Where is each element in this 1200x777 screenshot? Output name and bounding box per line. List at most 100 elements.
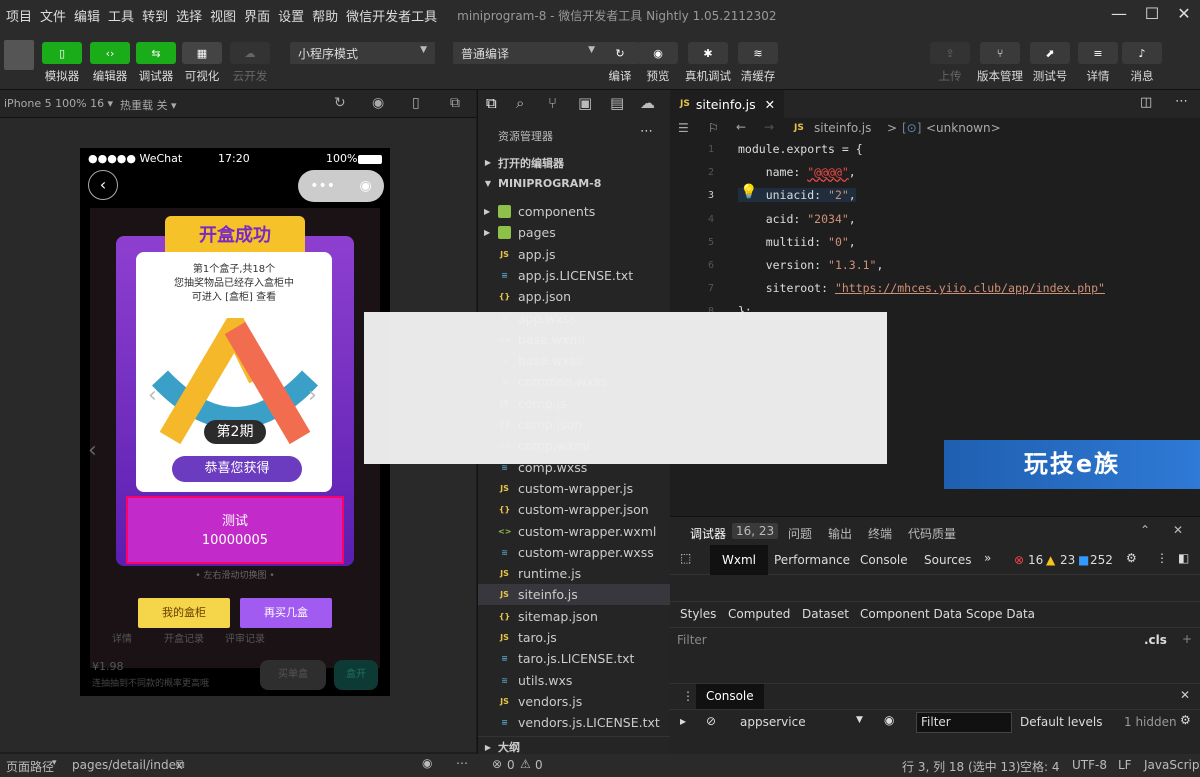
reload-icon[interactable]: ↻ <box>334 95 346 111</box>
tab-output[interactable]: 输出 <box>828 525 852 542</box>
log-levels-select[interactable]: Default levels <box>1020 715 1102 729</box>
context-select[interactable]: appservice <box>740 715 806 729</box>
eye-icon[interactable]: ◉ <box>422 756 432 770</box>
menu-item[interactable]: 编辑 <box>70 6 104 25</box>
list-icon[interactable]: ☰ <box>678 121 689 135</box>
more-icon[interactable]: ••• <box>310 178 335 194</box>
file-item[interactable]: ≡ app.js.LICENSE.txt <box>478 265 671 286</box>
split-editor-icon[interactable]: ◫ <box>1140 95 1152 110</box>
more-vertical-icon[interactable]: ⋮ <box>1156 551 1168 565</box>
cloud-icon[interactable]: ☁ <box>230 42 270 64</box>
device-select[interactable]: iPhone 5 100% 16 ▾ <box>4 97 113 110</box>
cls-toggle[interactable]: .cls <box>1144 633 1167 647</box>
back-icon[interactable]: ‹ <box>88 170 118 200</box>
cursor-position[interactable]: 行 3, 列 18 (选中 13) <box>902 758 1020 775</box>
menu-item[interactable]: 项目 <box>2 6 36 25</box>
visual-icon[interactable]: ▦ <box>182 42 222 64</box>
sidebar-toggle-icon[interactable]: ▸ <box>680 714 686 728</box>
language-mode[interactable]: JavaScript <box>1144 758 1200 772</box>
editor-tab[interactable]: JS siteinfo.js ✕ <box>670 90 784 118</box>
open-editors-section[interactable]: ▶ 打开的编辑器 <box>478 152 671 173</box>
page-path-label[interactable]: 页面路径 <box>6 758 54 775</box>
chevron-right-icon[interactable]: › <box>308 383 317 408</box>
file-item[interactable]: {} custom-wrapper.json <box>478 499 671 520</box>
phone-icon[interactable]: ▯ <box>412 95 420 111</box>
extensions-icon[interactable]: ▣ <box>578 94 592 112</box>
code-line[interactable]: name: "@@@@", <box>738 165 856 179</box>
menu-item[interactable]: 选择 <box>172 6 206 25</box>
version-icon[interactable]: ⑂ <box>980 42 1020 64</box>
gear-icon[interactable]: ⚙ <box>1126 551 1137 565</box>
file-item[interactable]: JS siteinfo.js <box>478 584 671 606</box>
file-item[interactable]: {} sitemap.json <box>478 606 671 627</box>
menu-item[interactable]: 工具 <box>104 6 138 25</box>
code-line[interactable]: multiid: "0", <box>738 235 856 249</box>
buy-more-button[interactable]: 再买几盒 <box>240 598 332 628</box>
status-warning-count[interactable]: 0 <box>535 758 543 772</box>
storage-icon[interactable]: ▤ <box>610 94 624 112</box>
file-item[interactable]: JS runtime.js <box>478 563 671 584</box>
project-section[interactable]: ▼ MINIPROGRAM-8 <box>478 173 671 194</box>
file-item[interactable]: JS app.js <box>478 244 671 265</box>
chevron-left-icon[interactable]: ‹ <box>148 383 157 408</box>
plus-icon[interactable]: + <box>1182 632 1192 646</box>
file-item[interactable]: ≡ taro.js.LICENSE.txt <box>478 648 671 669</box>
debugger-icon[interactable]: ⇆ <box>136 42 176 64</box>
open-box-button[interactable]: 盒开 <box>334 660 378 690</box>
more-icon[interactable]: ⋯ <box>456 756 468 770</box>
menu-item[interactable]: 界面 <box>240 6 274 25</box>
gear-icon[interactable]: ⚙ <box>1180 713 1191 727</box>
close-tab-icon[interactable]: ✕ <box>765 97 775 112</box>
forward-arrow-icon[interactable]: → <box>764 120 774 134</box>
tab-sources[interactable]: Sources <box>924 553 971 567</box>
lightbulb-icon[interactable]: 💡 <box>740 184 757 200</box>
menu-item[interactable]: 帮助 <box>308 6 342 25</box>
back-arrow-icon[interactable]: ← <box>736 120 746 134</box>
file-item[interactable]: ≋ utils.wxs <box>478 670 671 691</box>
bookmark-icon[interactable]: ⚐ <box>708 121 719 135</box>
inspect-icon[interactable]: ⬚ <box>680 551 691 565</box>
tab-rules[interactable]: 评审记录 <box>225 630 265 645</box>
window-icon[interactable]: ⧉ <box>450 95 460 111</box>
tab-record[interactable]: 开盒记录 <box>164 630 204 645</box>
menu-item[interactable]: 视图 <box>206 6 240 25</box>
menu-item[interactable]: 文件 <box>36 6 70 25</box>
console-filter-input[interactable]: Filter <box>916 712 1012 733</box>
file-item[interactable]: ▶ components <box>478 201 671 222</box>
code-line[interactable]: siteroot: "https://mhces.yiio.club/app/i… <box>738 281 1105 295</box>
close-icon[interactable]: ✕ <box>1173 523 1183 537</box>
tab-performance[interactable]: Performance <box>774 553 850 567</box>
cloud-icon[interactable]: ☁ <box>640 94 655 112</box>
compile-mode-select[interactable]: 普通编译 ▼ <box>453 42 603 64</box>
more-icon[interactable]: ⋯ <box>1175 94 1188 109</box>
eye-icon[interactable]: ◉ <box>884 713 894 727</box>
menu-item[interactable]: 转到 <box>138 6 172 25</box>
code-line[interactable]: module.exports = { <box>738 142 863 156</box>
minimize-icon[interactable]: — <box>1108 4 1130 26</box>
tab-terminal[interactable]: 终端 <box>868 525 892 542</box>
encoding[interactable]: UTF-8 <box>1072 758 1107 772</box>
indent-setting[interactable]: 空格: 4 <box>1020 758 1060 775</box>
tab-scope-data[interactable]: Scope Data <box>966 607 1035 621</box>
stop-icon[interactable]: ◉ <box>372 95 384 111</box>
my-cabinet-button[interactable]: 我的盒柜 <box>138 598 230 628</box>
bell-icon[interactable]: ♪ <box>1122 42 1162 64</box>
file-item[interactable]: JS taro.js <box>478 627 671 648</box>
clear-console-icon[interactable]: ⊘ <box>706 714 716 728</box>
code-line[interactable]: version: "1.3.1", <box>738 258 884 272</box>
breadcrumb-symbol[interactable]: <unknown> <box>926 121 1001 135</box>
editor-icon[interactable]: ‹› <box>90 42 130 64</box>
mode-select[interactable]: 小程序模式 ▼ <box>290 42 435 64</box>
tab-component-data[interactable]: Component Data <box>860 607 962 621</box>
code-line[interactable]: acid: "2034", <box>738 212 856 226</box>
maximize-icon[interactable]: ☐ <box>1141 4 1163 26</box>
file-item[interactable]: ≡ vendors.js.LICENSE.txt <box>478 712 671 733</box>
menu-item[interactable]: 微信开发者工具 <box>342 6 441 25</box>
remote-debug-icon[interactable]: ✱ <box>688 42 728 64</box>
file-item[interactable]: ▶ pages <box>478 222 671 243</box>
tab-detail[interactable]: 详情 <box>112 630 132 645</box>
console-drawer-tab[interactable]: Console <box>696 684 764 710</box>
file-item[interactable]: {} app.json <box>478 286 671 307</box>
files-icon[interactable]: ⧉ <box>486 94 497 112</box>
tab-wxml[interactable]: Wxml <box>710 545 768 575</box>
